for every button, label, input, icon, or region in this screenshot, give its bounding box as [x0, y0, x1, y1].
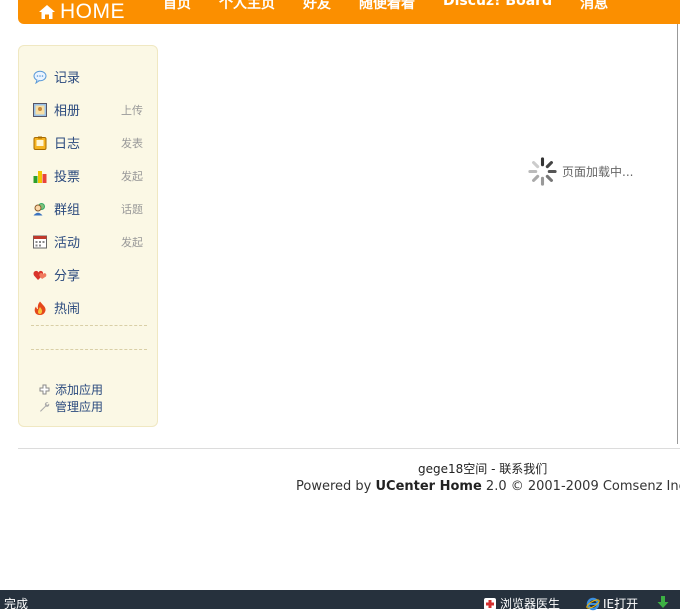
wrench-icon	[40, 402, 50, 412]
sidebar-item-label: 相册	[54, 104, 81, 119]
share-icon	[33, 270, 47, 280]
browser-status-bar: 完成 浏览器医生 IE打开	[0, 590, 680, 612]
blog-icon	[33, 136, 47, 150]
loading-indicator: 页面加载中...	[527, 156, 633, 187]
add-app-label: 添加应用	[55, 383, 104, 397]
first-aid-icon	[484, 597, 496, 610]
sidebar-item-group[interactable]: 群组 话题	[33, 192, 145, 225]
sidebar-item-label: 群组	[54, 203, 81, 218]
ie-open-button[interactable]: IE打开	[586, 595, 638, 612]
footer-separator: -	[487, 462, 500, 476]
ie-icon	[586, 597, 600, 610]
sidebar-item-label: 投票	[54, 170, 81, 185]
sidebar-item-share[interactable]: 分享	[33, 258, 145, 291]
group-icon	[33, 202, 45, 215]
footer-divider	[18, 448, 680, 449]
version-copyright: 2.0 © 2001-2009 Comsenz Inc.	[481, 479, 680, 494]
footer-links: gege18空间 - 联系我们	[418, 460, 547, 477]
add-app-link[interactable]: 添加应用	[39, 381, 103, 398]
ie-open-label: IE打开	[603, 597, 639, 611]
sidebar-item-action[interactable]: 上传	[121, 102, 143, 118]
home-logo[interactable]: HOME	[38, 0, 125, 24]
browser-doctor-label: 浏览器医生	[500, 597, 561, 611]
record-icon	[33, 70, 47, 84]
content-right-border	[677, 24, 678, 444]
sidebar-divider	[31, 349, 147, 350]
sidebar: 记录 相册 上传 日志 发表 投票 发起 群组 话题 活动 发起 分享 热闹 添…	[18, 45, 158, 427]
top-nav-bar: HOME 首页 个人主页 好友 随便看看 Discuz! Board 消息	[18, 0, 680, 24]
event-icon	[33, 235, 47, 248]
album-icon	[33, 102, 47, 117]
hot-icon	[34, 301, 46, 315]
sidebar-item-action[interactable]: 发起	[121, 168, 143, 184]
sidebar-item-event[interactable]: 活动 发起	[33, 225, 145, 258]
spinner-icon	[528, 157, 557, 186]
status-text: 完成	[4, 597, 29, 611]
sidebar-item-record[interactable]: 记录	[33, 60, 145, 93]
app-management: 添加应用 管理应用	[39, 381, 103, 415]
app-list: 记录 相册 上传 日志 发表 投票 发起 群组 话题 活动 发起 分享 热闹	[33, 60, 145, 324]
nav-friends[interactable]: 好友	[303, 0, 331, 13]
sidebar-divider	[31, 325, 147, 326]
nav-messages[interactable]: 消息	[580, 0, 608, 13]
sidebar-item-label: 日志	[54, 137, 81, 152]
sidebar-item-blog[interactable]: 日志 发表	[33, 126, 145, 159]
sidebar-item-action[interactable]: 话题	[121, 201, 143, 217]
sidebar-item-label: 活动	[54, 236, 81, 251]
nav-profile[interactable]: 个人主页	[219, 0, 275, 13]
powered-by: Powered by UCenter Home 2.0 © 2001-2009 …	[296, 479, 680, 494]
sidebar-item-label: 热闹	[54, 302, 81, 317]
house-icon	[39, 5, 55, 19]
manage-app-label: 管理应用	[55, 400, 104, 414]
product-link[interactable]: UCenter Home	[375, 479, 481, 494]
powered-prefix: Powered by	[296, 479, 376, 494]
download-button[interactable]	[656, 595, 673, 612]
sidebar-item-action[interactable]: 发起	[121, 234, 143, 250]
sidebar-item-hot[interactable]: 热闹	[33, 291, 145, 324]
sidebar-item-label: 分享	[54, 269, 81, 284]
nav-browse[interactable]: 随便看看	[359, 0, 415, 13]
main-nav: 首页 个人主页 好友 随便看看 Discuz! Board 消息	[163, 0, 636, 13]
sidebar-item-label: 记录	[54, 71, 81, 86]
sidebar-item-action[interactable]: 发表	[121, 135, 143, 151]
browser-doctor-button[interactable]: 浏览器医生	[483, 595, 560, 612]
sidebar-item-poll[interactable]: 投票 发起	[33, 159, 145, 192]
plus-icon	[39, 384, 50, 395]
download-arrow-icon	[657, 596, 669, 608]
contact-link[interactable]: 联系我们	[499, 462, 547, 476]
loading-text: 页面加载中...	[562, 165, 634, 179]
logo-text: HOME	[60, 0, 125, 23]
manage-app-link[interactable]: 管理应用	[39, 398, 103, 415]
site-name-link[interactable]: gege18空间	[418, 462, 487, 476]
poll-icon	[33, 170, 47, 183]
nav-discuz-board[interactable]: Discuz! Board	[443, 0, 552, 13]
sidebar-item-album[interactable]: 相册 上传	[33, 93, 145, 126]
nav-home[interactable]: 首页	[163, 0, 191, 13]
